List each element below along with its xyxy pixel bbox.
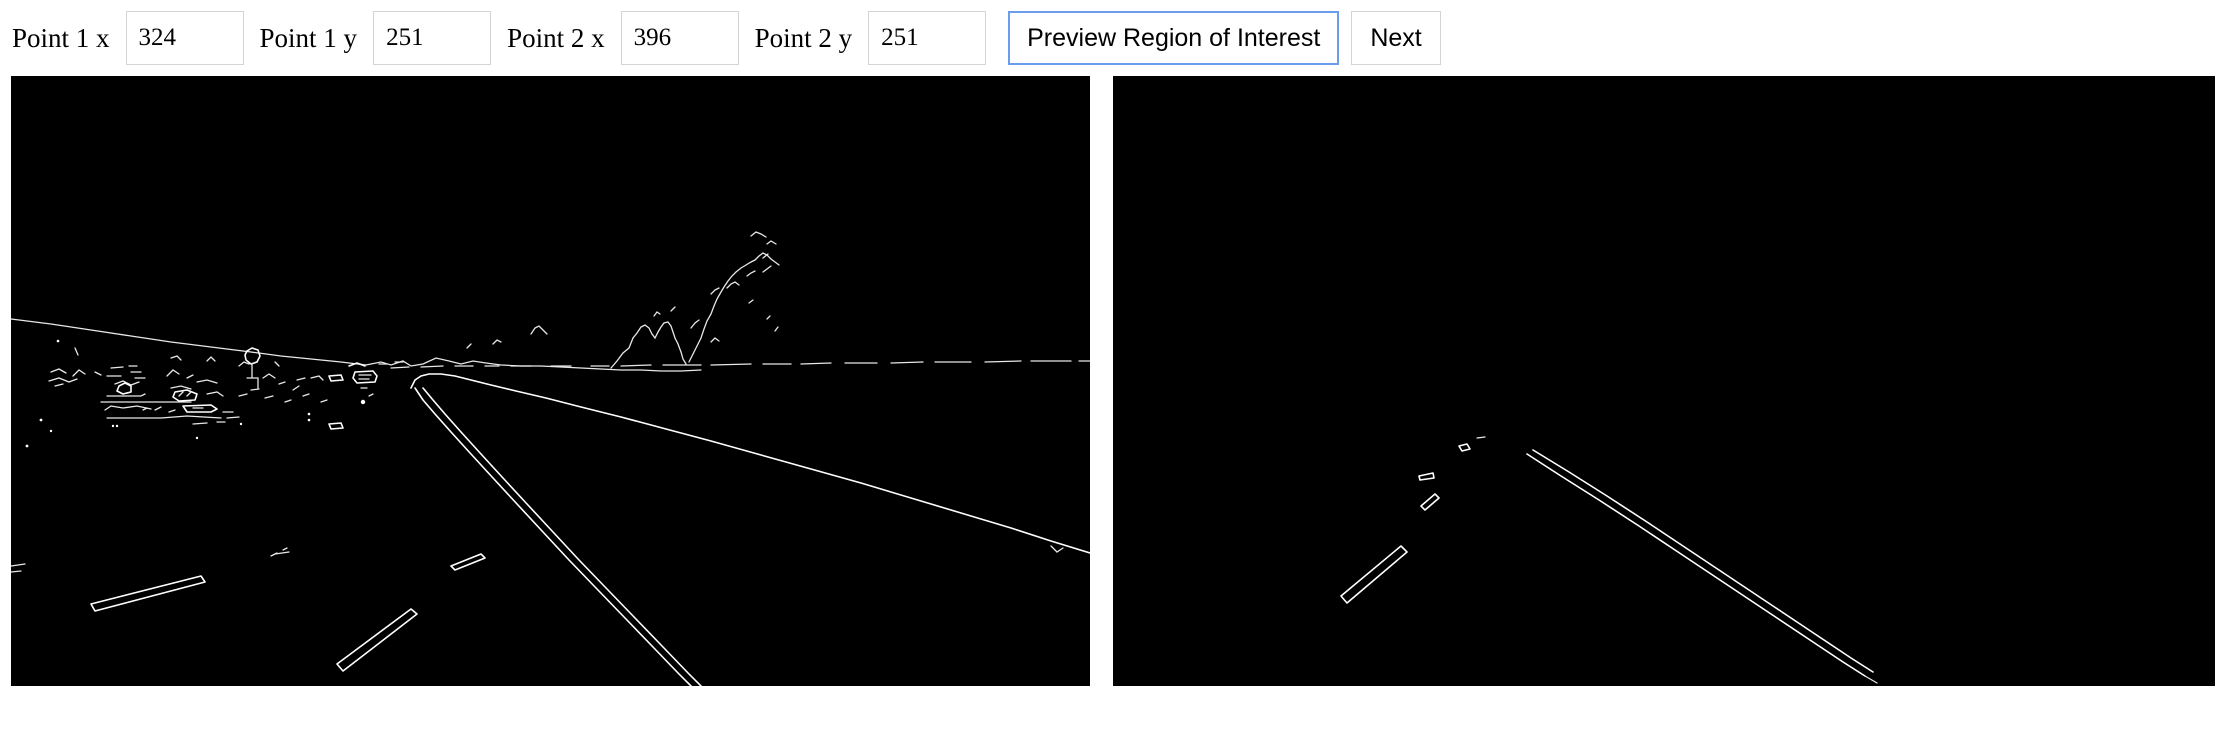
label-point-2-y: Point 2 y [754, 22, 853, 53]
label-point-2-x: Point 2 x [507, 22, 605, 53]
input-point-1-x[interactable] [125, 11, 244, 65]
edge-image-right [1113, 76, 2215, 686]
canvas-background-left [11, 76, 1090, 686]
preview-region-of-interest-button[interactable]: Preview Region of Interest [1008, 11, 1340, 65]
next-button[interactable]: Next [1351, 11, 1441, 65]
controls-toolbar: Point 1 x Point 1 y Point 2 x Point 2 y … [0, 0, 2230, 76]
input-point-1-y[interactable] [373, 11, 492, 65]
field-group-point-1-x: Point 1 x [12, 11, 244, 65]
input-point-2-y[interactable] [868, 11, 987, 65]
edge-image-left [11, 76, 1090, 686]
field-group-point-1-y: Point 1 y [260, 11, 492, 65]
edge-detection-full-image-panel[interactable] [11, 76, 1090, 686]
field-group-point-2-y: Point 2 y [755, 11, 987, 65]
canvas-background-right [1113, 76, 2215, 686]
edge-detection-region-of-interest-panel[interactable] [1113, 76, 2215, 686]
label-point-1-x: Point 1 x [12, 22, 110, 53]
label-point-1-y: Point 1 y [259, 22, 358, 53]
field-group-point-2-x: Point 2 x [507, 11, 739, 65]
image-panels-container [0, 76, 2230, 686]
input-point-2-x[interactable] [620, 11, 739, 65]
